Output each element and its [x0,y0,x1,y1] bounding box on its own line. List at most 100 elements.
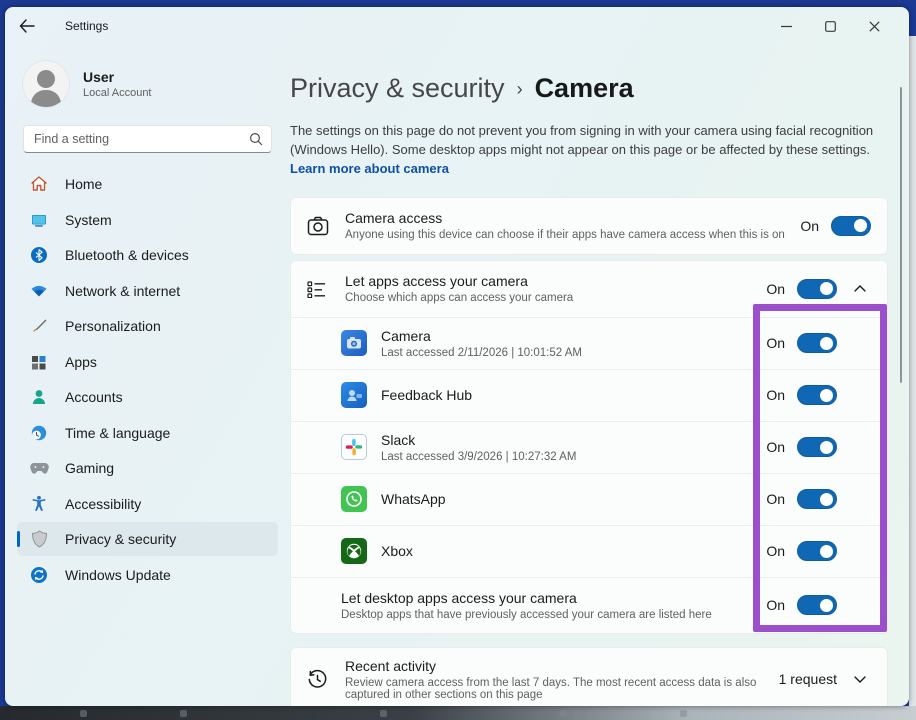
privacy-security-icon [29,529,49,549]
let-apps-card: Let apps access your camera Choose which… [290,260,888,634]
toggle-state-label: On [766,491,785,507]
sidebar-item-label: Time & language [65,425,170,441]
whatsapp-toggle[interactable] [797,489,837,509]
camera-access-toggle[interactable] [831,216,871,236]
account-name: User [83,69,152,85]
let-apps-header-row[interactable]: Let apps access your camera Choose which… [291,261,887,317]
setting-subtitle: Anyone using this device can choose if t… [345,229,792,241]
breadcrumb-parent[interactable]: Privacy & security [290,73,505,104]
page-description-text: The settings on this page do not prevent… [290,123,873,157]
desktop-apps-toggle[interactable] [797,595,837,615]
chevron-up-icon[interactable] [849,285,871,292]
search-input[interactable] [34,132,249,146]
scrollbar-thumb[interactable] [900,87,903,383]
toggle-state-label: On [766,335,785,351]
sidebar-item-label: Accessibility [65,496,141,512]
sidebar-item-apps[interactable]: Apps [17,345,278,379]
toggle-state-label: On [766,439,785,455]
sidebar-item-windows-update[interactable]: Windows Update [17,558,278,592]
sidebar-item-label: Privacy & security [65,531,176,547]
sidebar: User Local Account Home [5,45,290,706]
sidebar-item-label: System [65,212,112,228]
app-name: Camera [381,328,758,344]
sidebar-item-label: Accounts [65,389,123,405]
close-button[interactable] [865,17,883,35]
camera-access-row: Camera access Anyone using this device c… [291,198,887,254]
app-name: WhatsApp [381,491,758,507]
toggle-state-label: On [766,281,785,297]
xbox-toggle[interactable] [797,541,837,561]
system-icon [29,210,49,230]
content-pane: Privacy & security › Camera The settings… [290,45,909,706]
bluetooth-icon [29,245,49,265]
maximize-button[interactable] [821,17,839,35]
time-language-icon [29,423,49,443]
sidebar-item-system[interactable]: System [17,203,278,237]
app-last-accessed: Last accessed 3/9/2026 | 10:27:32 AM [381,451,758,463]
sidebar-item-label: Gaming [65,460,114,476]
app-last-accessed: Last accessed 2/11/2026 | 10:01:52 AM [381,347,758,359]
app-row-xbox: Xbox On [291,525,887,577]
settings-window: Settings User Local [5,7,909,706]
feedback-hub-toggle[interactable] [797,385,837,405]
camera-app-icon [341,330,367,356]
accounts-icon [29,387,49,407]
recent-activity-card: Recent activity Review camera access fro… [290,647,888,706]
windows-update-icon [29,565,49,585]
toggle-state-label: On [766,387,785,403]
sidebar-item-network-internet[interactable]: Network & internet [17,274,278,308]
search-box[interactable] [23,125,272,153]
personalization-icon [29,316,49,336]
app-name: Slack [381,432,758,448]
search-icon [249,132,263,146]
learn-more-link[interactable]: Learn more about camera [290,161,449,176]
toggle-state-label: On [766,543,785,559]
app-name: Xbox [381,543,758,559]
sidebar-item-label: Network & internet [65,283,180,299]
chevron-down-icon[interactable] [849,676,871,683]
account-header[interactable]: User Local Account [17,53,278,123]
setting-title: Camera access [345,210,792,226]
camera-outline-icon [307,216,345,236]
slack-toggle[interactable] [797,437,837,457]
setting-title: Let desktop apps access your camera [341,590,758,606]
sidebar-item-personalization[interactable]: Personalization [17,309,278,343]
toggle-state-label: On [766,597,785,613]
let-apps-toggle[interactable] [797,279,837,299]
taskbar-sliver [0,706,916,720]
recent-activity-row[interactable]: Recent activity Review camera access fro… [291,648,887,706]
sidebar-item-gaming[interactable]: Gaming [17,451,278,485]
sidebar-item-time-language[interactable]: Time & language [17,416,278,450]
camera-access-card: Camera access Anyone using this device c… [290,197,888,255]
feedback-hub-icon [341,382,367,408]
accessibility-icon [29,494,49,514]
sidebar-item-home[interactable]: Home [17,167,278,201]
sidebar-item-accounts[interactable]: Accounts [17,380,278,414]
app-row-feedback-hub: Feedback Hub On [291,369,887,421]
titlebar: Settings [5,7,909,45]
app-row-camera: Camera Last accessed 2/11/2026 | 10:01:5… [291,317,887,369]
sidebar-item-accessibility[interactable]: Accessibility [17,487,278,521]
sidebar-item-label: Home [65,176,102,192]
xbox-icon [341,538,367,564]
window-title: Settings [65,19,108,33]
sidebar-item-bluetooth-devices[interactable]: Bluetooth & devices [17,238,278,272]
setting-subtitle: Review camera access from the last 7 day… [345,677,771,701]
home-icon [29,174,49,194]
breadcrumb-separator-icon: › [517,79,523,100]
sidebar-item-privacy-security[interactable]: Privacy & security [17,522,278,556]
setting-subtitle: Choose which apps can access your camera [345,292,758,304]
sidebar-item-label: Apps [65,354,97,370]
slack-icon [341,434,367,460]
camera-app-toggle[interactable] [797,333,837,353]
app-row-whatsapp: WhatsApp On [291,473,887,525]
breadcrumb: Privacy & security › Camera [290,73,891,104]
app-name: Feedback Hub [381,387,758,403]
back-button[interactable] [19,19,49,33]
app-list-icon [307,280,345,298]
page-description: The settings on this page do not prevent… [290,122,884,179]
sidebar-item-label: Bluetooth & devices [65,247,189,263]
minimize-button[interactable] [777,17,795,35]
page-title: Camera [535,73,634,104]
gaming-icon [29,458,49,478]
